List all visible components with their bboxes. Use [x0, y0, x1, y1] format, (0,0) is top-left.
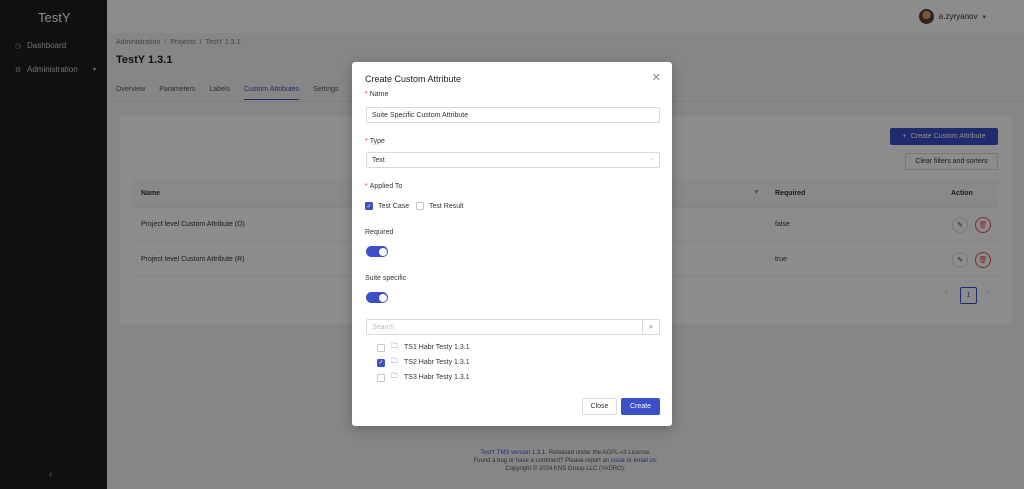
required-toggle[interactable]: [366, 246, 388, 257]
checkbox-unchecked-icon[interactable]: [377, 373, 385, 382]
chevron-down-icon: ⌵: [649, 156, 654, 162]
create-custom-attribute-modal: Create Custom Attribute ✕ * Name Suite Sp…: [352, 62, 672, 426]
suite-search: ⌕: [366, 319, 660, 335]
type-label-text: Type: [369, 138, 385, 145]
type-select[interactable]: Text ⌵: [366, 152, 660, 168]
tree-item-ts3[interactable]: 🗀 TS3 Habr Testy 1.3.1: [377, 372, 470, 383]
toggle-knob: [378, 247, 387, 256]
checkbox-label: Test Case: [378, 202, 410, 210]
suite-specific-toggle[interactable]: [366, 292, 388, 303]
tree-item-label: TS2 Habr Testy 1.3.1: [404, 359, 470, 366]
checkbox-unchecked-icon[interactable]: [377, 343, 385, 352]
toggle-knob: [378, 293, 387, 302]
checkbox-test-result[interactable]: Test Result: [416, 202, 464, 210]
checkbox-test-case[interactable]: ✓ Test Case: [365, 202, 409, 210]
applied-to-label-text: Applied To: [369, 183, 403, 190]
type-select-value: Text: [372, 156, 385, 164]
tree-item-ts2[interactable]: ✓ 🗀 TS2 Habr Testy 1.3.1: [377, 357, 470, 368]
name-input[interactable]: Suite Specific Custom Attribute: [366, 107, 660, 123]
checkbox-unchecked-icon: [416, 202, 424, 210]
folder-icon: 🗀: [391, 343, 398, 350]
checkbox-checked-icon: ✓: [365, 202, 373, 210]
required-marker: *: [365, 138, 368, 145]
search-input[interactable]: [367, 320, 643, 334]
applied-to-label: * Applied To: [365, 183, 402, 190]
required-marker: *: [365, 91, 368, 98]
close-button[interactable]: Close: [582, 398, 617, 415]
folder-icon: 🗀: [391, 358, 398, 365]
tree-item-ts1[interactable]: 🗀 TS1 Habr Testy 1.3.1: [377, 342, 470, 353]
name-label-text: Name: [369, 91, 389, 98]
checkbox-label: Test Result: [429, 202, 464, 210]
tree-item-label: TS3 Habr Testy 1.3.1: [404, 374, 470, 381]
suite-specific-label: Suite specific: [365, 275, 407, 282]
name-label: * Name: [365, 91, 388, 98]
required-label: Required: [365, 229, 394, 236]
checkbox-checked-icon[interactable]: ✓: [377, 358, 385, 367]
create-button[interactable]: Create: [621, 398, 660, 415]
folder-icon: 🗀: [391, 373, 398, 380]
tree-item-label: TS1 Habr Testy 1.3.1: [404, 344, 470, 351]
required-marker: *: [365, 183, 368, 190]
close-icon[interactable]: ✕: [652, 71, 661, 84]
type-label: * Type: [365, 138, 385, 145]
modal-title: Create Custom Attribute: [365, 74, 462, 84]
search-icon[interactable]: ⌕: [642, 319, 659, 335]
